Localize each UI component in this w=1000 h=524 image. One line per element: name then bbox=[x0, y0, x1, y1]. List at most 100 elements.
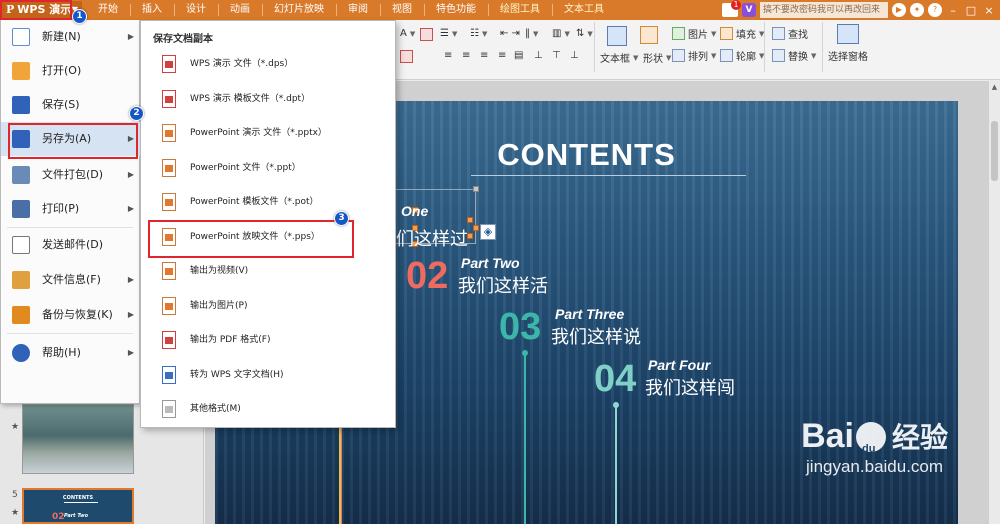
bullets-icon[interactable]: ☰ ▼ bbox=[440, 28, 457, 39]
save-as-dps[interactable]: WPS 演示 文件（*.dps） bbox=[142, 47, 395, 81]
tab-review[interactable]: 审阅 bbox=[336, 0, 380, 20]
selection-pane-button[interactable]: 选择窗格 bbox=[828, 24, 868, 63]
text-effect-icon[interactable] bbox=[400, 50, 413, 63]
item-chinese-title: 们这样过 bbox=[396, 229, 468, 250]
justify-icon[interactable]: ≡ bbox=[498, 50, 506, 61]
menu-item-help[interactable]: 帮助(H) ▶ bbox=[1, 336, 140, 370]
menu-item-send-mail[interactable]: 发送邮件(D) bbox=[1, 228, 140, 262]
scroll-up-icon[interactable]: ▲ bbox=[989, 81, 1000, 93]
save-as-ppt[interactable]: PowerPoint 文件（*.ppt） bbox=[142, 151, 395, 185]
convert-wps-writer[interactable]: 转为 WPS 文字文档(H) bbox=[142, 358, 395, 392]
save-as-pptx[interactable]: PowerPoint 演示 文件（*.pptx） bbox=[142, 116, 395, 150]
numbering-icon[interactable]: ☷ ▼ bbox=[470, 28, 487, 39]
help-icon[interactable]: ? bbox=[928, 3, 942, 17]
arrange-button[interactable]: 排列 ▼ bbox=[672, 48, 716, 63]
slide-number: 5 bbox=[12, 490, 18, 500]
clear-format-icon[interactable] bbox=[420, 28, 433, 41]
file-info-icon bbox=[12, 271, 30, 289]
tab-text-tools[interactable]: 文本工具 bbox=[552, 0, 616, 20]
line-spacing-icon[interactable]: ‖ ▼ bbox=[525, 28, 538, 39]
baidu-watermark: Bai经验 jingyan.baidu.com bbox=[801, 418, 948, 478]
submenu-item-label: PowerPoint 演示 文件（*.pptx） bbox=[190, 128, 327, 138]
resize-handle[interactable] bbox=[467, 217, 473, 223]
align-right-icon[interactable]: ≡ bbox=[480, 50, 488, 61]
tab-special[interactable]: 特色功能 bbox=[424, 0, 488, 20]
menu-item-file-info[interactable]: 文件信息(F) ▶ bbox=[1, 263, 140, 297]
minimize-icon[interactable]: – bbox=[946, 4, 960, 17]
scrollbar-thumb[interactable] bbox=[991, 121, 998, 181]
textbox-label-button[interactable]: 文本框 ▼ bbox=[600, 50, 638, 66]
indent-icon[interactable]: ⇤ ⇥ bbox=[500, 28, 520, 39]
menu-item-new[interactable]: 新建(N) ▶ bbox=[1, 20, 140, 54]
fill-label: 填充 bbox=[736, 30, 756, 41]
resize-handle[interactable] bbox=[473, 186, 479, 192]
menu-item-open[interactable]: 打开(O) bbox=[1, 54, 140, 88]
ribbon-divider bbox=[764, 22, 765, 72]
save-as-dpt[interactable]: WPS 演示 模板文件（*.dpt） bbox=[142, 82, 395, 116]
tab-drawing-tools[interactable]: 绘图工具 bbox=[488, 0, 552, 20]
menu-item-print[interactable]: 打印(P) ▶ bbox=[1, 192, 140, 226]
video-icon bbox=[162, 262, 176, 280]
picture-button[interactable]: 图片 ▼ bbox=[672, 26, 716, 41]
resize-handle[interactable] bbox=[473, 225, 479, 231]
replace-label: 替换 bbox=[788, 52, 808, 63]
highlight-box-app-menu bbox=[0, 0, 72, 20]
picture-icon bbox=[672, 27, 685, 40]
font-size-grow-icon[interactable]: A ▼ bbox=[400, 28, 415, 39]
vip-icon[interactable]: V bbox=[742, 3, 756, 17]
columns-icon[interactable]: ▥ ▼ bbox=[552, 28, 570, 39]
menu-item-label: 保存(S) bbox=[42, 98, 80, 111]
shape-label-button[interactable]: 形状 ▼ bbox=[643, 50, 671, 66]
picture-label: 图片 bbox=[688, 30, 708, 41]
export-video[interactable]: 输出为视频(V) bbox=[142, 254, 395, 288]
distribute-icon[interactable]: ▤ bbox=[514, 50, 523, 61]
replace-icon bbox=[772, 49, 785, 62]
direction-icon[interactable]: ⇅ ▼ bbox=[576, 28, 593, 39]
tab-animation[interactable]: 动画 bbox=[218, 0, 262, 20]
layers-icon[interactable]: ◈ bbox=[480, 224, 496, 240]
save-as-other-formats[interactable]: 其他格式(M) bbox=[142, 392, 395, 426]
vertical-align-icon[interactable]: ⊥ bbox=[534, 50, 543, 61]
close-icon[interactable]: × bbox=[982, 4, 996, 17]
replace-button[interactable]: 替换 ▼ bbox=[772, 48, 816, 63]
dps-file-icon bbox=[162, 55, 176, 73]
menu-item-save[interactable]: 保存(S) bbox=[1, 88, 140, 122]
skin-icon[interactable]: ✦ bbox=[910, 3, 924, 17]
menu-item-backup[interactable]: 备份与恢复(K) ▶ bbox=[1, 298, 140, 332]
watermark-brand-cn: 经验 bbox=[891, 422, 948, 453]
slide-thumbnail-4[interactable] bbox=[22, 404, 134, 474]
tab-insert[interactable]: 插入 bbox=[130, 0, 174, 20]
vertical-scrollbar[interactable]: ▲ bbox=[988, 81, 1000, 524]
align-left-icon[interactable]: ≡ bbox=[444, 50, 452, 61]
tab-slideshow[interactable]: 幻灯片放映 bbox=[262, 0, 336, 20]
textbox-button[interactable] bbox=[602, 26, 632, 48]
item-number: 02 bbox=[406, 255, 449, 297]
save-as-pot[interactable]: PowerPoint 模板文件（*.pot） bbox=[142, 185, 395, 219]
menu-item-label: 打开(O) bbox=[42, 64, 82, 77]
shape-button[interactable] bbox=[640, 26, 670, 44]
play-icon[interactable]: ▶ bbox=[892, 3, 906, 17]
outline-button[interactable]: 轮廓 ▼ bbox=[720, 48, 764, 63]
submenu-item-label: WPS 演示 文件（*.dps） bbox=[190, 59, 294, 69]
notification-icon[interactable]: 1 bbox=[722, 0, 741, 17]
tab-home[interactable]: 开始 bbox=[86, 0, 130, 20]
fill-button[interactable]: 填充 ▼ bbox=[720, 26, 764, 41]
menu-item-package[interactable]: 文件打包(D) ▶ bbox=[1, 158, 140, 192]
submenu-arrow-icon: ▶ bbox=[127, 204, 134, 213]
thumbnail-title: CONTENTS bbox=[62, 495, 94, 501]
item-part-label: Part Four bbox=[648, 357, 711, 373]
align-center-icon[interactable]: ≡ bbox=[462, 50, 470, 61]
tab-design[interactable]: 设计 bbox=[174, 0, 218, 20]
top-search-input[interactable]: 搞不要改密码我可以再改回来 bbox=[760, 2, 888, 18]
vertical-center-icon[interactable]: ⊤ bbox=[552, 50, 561, 61]
tab-view[interactable]: 视图 bbox=[380, 0, 424, 20]
slide-thumbnail-5[interactable]: CONTENTS 02 Part Two bbox=[22, 488, 134, 524]
item-part-label: Part Three bbox=[555, 306, 625, 322]
submenu-item-label: 输出为图片(P) bbox=[190, 301, 248, 311]
vertical-bottom-icon[interactable]: ⊥ bbox=[570, 50, 579, 61]
item-chinese-title: 我们这样活 bbox=[458, 276, 548, 297]
export-image[interactable]: 输出为图片(P) bbox=[142, 289, 395, 323]
find-button[interactable]: 查找 bbox=[772, 26, 808, 41]
export-pdf[interactable]: 输出为 PDF 格式(F) bbox=[142, 323, 395, 357]
maximize-icon[interactable]: □ bbox=[964, 4, 978, 17]
